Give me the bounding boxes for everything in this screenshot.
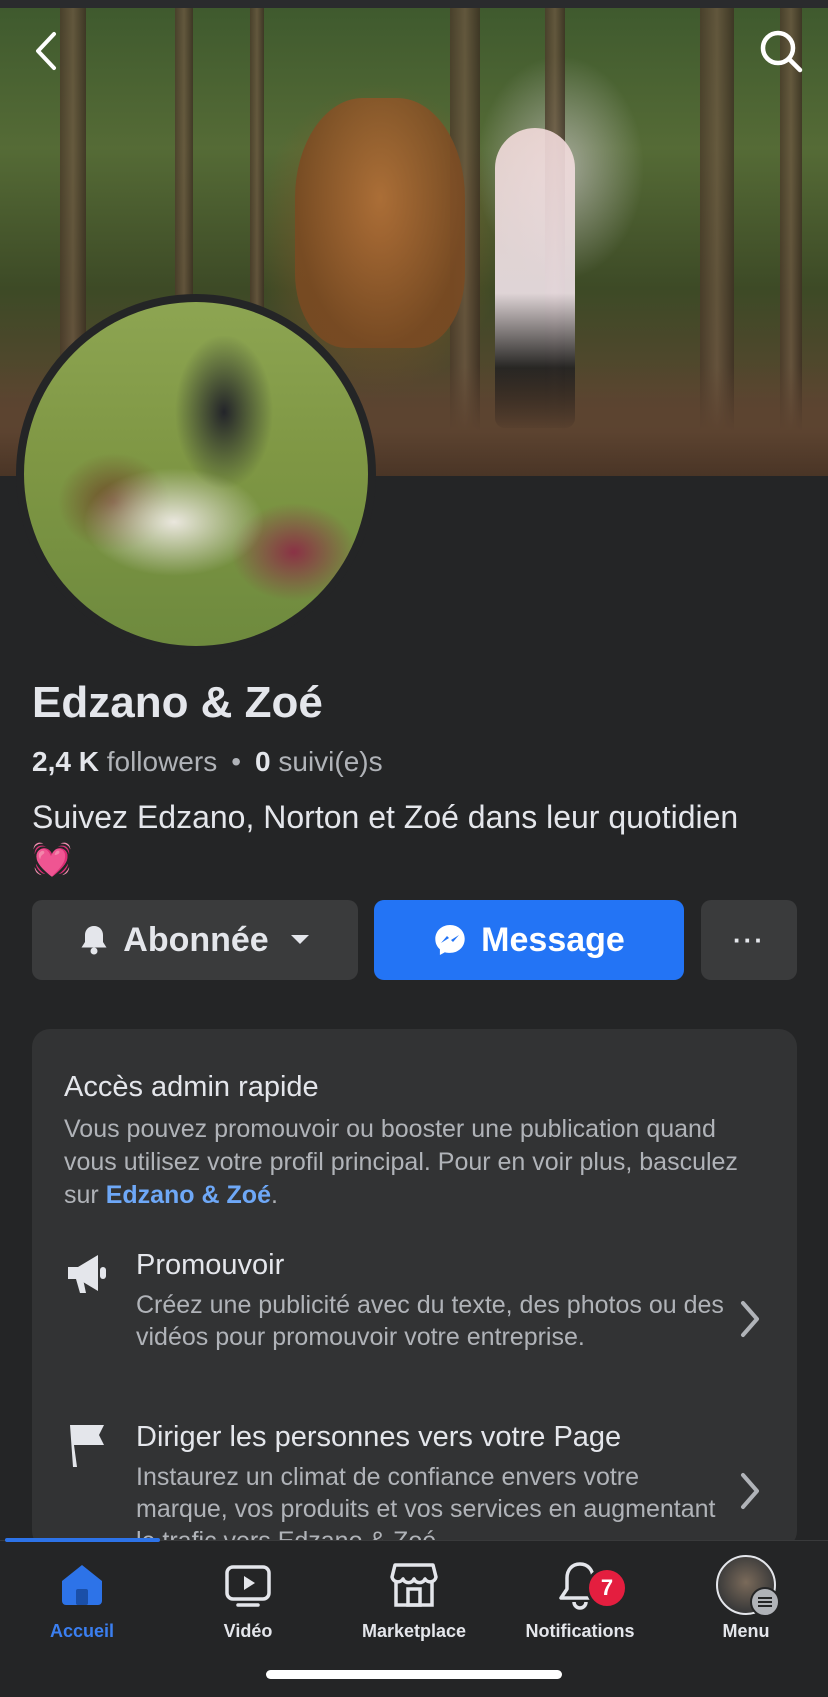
chevron-right-icon (739, 1471, 761, 1516)
message-label-text: Message (481, 920, 625, 959)
megaphone-icon (64, 1249, 114, 1299)
following-label-text: Abonnée (123, 920, 269, 959)
bell-icon (79, 924, 109, 956)
drive-traffic-title: Diriger les personnes vers votre Page (136, 1421, 622, 1453)
active-tab-indicator (5, 1538, 160, 1542)
admin-quick-access-card: Accès admin rapide Vous pouvez promouvoi… (32, 1029, 797, 1549)
chevron-left-icon (36, 32, 56, 70)
tab-menu[interactable]: Menu (666, 1555, 826, 1642)
card-title: Accès admin rapide (64, 1071, 319, 1103)
drive-traffic-description: Instaurez un climat de confiance envers … (136, 1463, 716, 1549)
separator-dot: • (231, 746, 242, 777)
following-button[interactable]: Abonnée (32, 900, 358, 980)
tab-notifications[interactable]: 7 Notifications (500, 1555, 660, 1642)
card-desc-suffix: . (270, 1181, 278, 1209)
avatar (716, 1555, 780, 1617)
following-label: suivi(e)s (278, 746, 383, 777)
profile-menu-icon (666, 1555, 826, 1617)
video-icon (168, 1555, 328, 1615)
page-title: Edzano & Zoé (32, 678, 323, 727)
bell-icon (500, 1555, 660, 1615)
profile-stats: 2,4 K followers • 0 suivi(e)s (32, 746, 383, 778)
status-strip (0, 0, 828, 8)
tab-menu-label: Menu (722, 1621, 770, 1641)
tab-video[interactable]: Vidéo (168, 1555, 328, 1642)
switch-profile-link[interactable]: Edzano & Zoé (106, 1181, 271, 1209)
search-button[interactable] (756, 26, 806, 76)
card-description: Vous pouvez promouvoir ou booster une pu… (64, 1113, 744, 1212)
promote-title: Promouvoir (136, 1249, 285, 1281)
followers-count: 2,4 K (32, 746, 99, 777)
following-count: 0 (255, 746, 271, 777)
chevron-right-icon (739, 1299, 761, 1344)
bio-text: Suivez Edzano, Norton et Zoé dans leur q… (32, 799, 739, 835)
flag-icon (64, 1421, 114, 1471)
profile-photo (24, 302, 368, 646)
search-icon (760, 30, 803, 73)
notification-badge: 7 (586, 1567, 628, 1609)
more-options-icon: ··· (733, 924, 765, 955)
followers-link[interactable]: 2,4 K followers (32, 746, 217, 777)
promote-description: Créez une publicité avec du texte, des p… (136, 1291, 724, 1351)
tab-home-label: Accueil (49, 1621, 115, 1641)
drive-traffic-row[interactable]: Diriger les personnes vers votre Page In… (32, 1421, 797, 1549)
profile-avatar[interactable] (16, 294, 376, 654)
hamburger-icon (750, 1587, 780, 1617)
promote-row[interactable]: Promouvoir Créez une publicité avec du t… (32, 1249, 797, 1389)
following-link[interactable]: 0 suivi(e)s (255, 746, 383, 777)
tab-video-label: Vidéo (223, 1621, 273, 1641)
home-icon (2, 1555, 162, 1615)
marketplace-icon (334, 1555, 494, 1615)
messenger-icon (433, 923, 467, 957)
followers-label: followers (106, 746, 218, 777)
tab-marketplace-label: Marketplace (361, 1621, 467, 1641)
tab-marketplace[interactable]: Marketplace (334, 1555, 494, 1642)
more-options-button[interactable]: ··· (701, 900, 797, 980)
tab-notifications-label: Notifications (525, 1621, 635, 1641)
caret-down-icon (289, 933, 311, 947)
message-button[interactable]: Message (374, 900, 684, 980)
back-button[interactable] (22, 26, 72, 76)
heart-emoji: 💓 (32, 841, 72, 877)
profile-bio: Suivez Edzano, Norton et Zoé dans leur q… (32, 796, 802, 880)
home-indicator (266, 1670, 562, 1679)
tab-home[interactable]: Accueil (2, 1555, 162, 1642)
